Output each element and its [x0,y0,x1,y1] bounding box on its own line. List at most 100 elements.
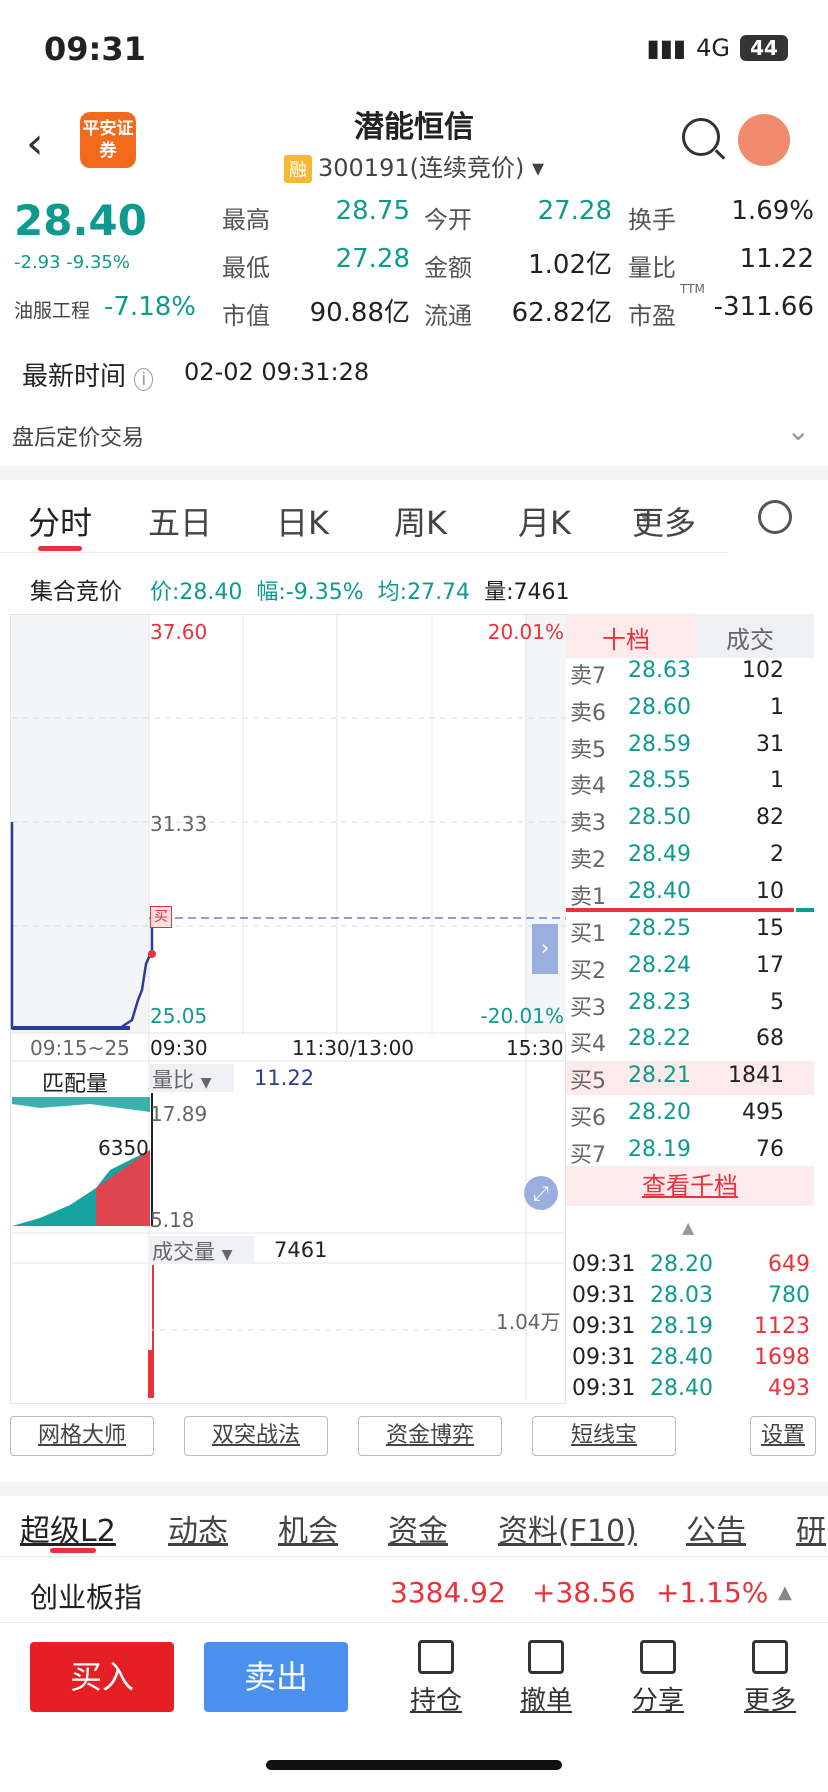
tab-5[interactable]: 更多 [632,498,696,544]
ask-price[interactable]: 28.55 [628,768,691,793]
divider [0,1556,828,1557]
trade-price: 28.03 [650,1283,713,1308]
quote-value: 62.82亿 [511,298,612,328]
chevron-right-icon[interactable]: › [532,924,558,974]
quote-value: -311.66 [713,292,814,322]
match-value: 6350 [98,1136,149,1160]
volume-dropdown[interactable]: 成交量 ▼ [150,1236,254,1264]
index-value: 3384.92 [390,1576,506,1609]
tool-button-4[interactable]: 设置 [750,1416,816,1456]
trade-time: 09:31 [572,1376,636,1401]
tab-2[interactable]: 日K [276,498,329,544]
action-label: 分享 [631,1686,684,1716]
bid-price[interactable]: 28.21 [628,1063,691,1088]
ask-price[interactable]: 28.49 [628,842,691,867]
bottom-tab-0[interactable]: 超级L2 [20,1506,116,1550]
x-label: 09:30 [150,1036,208,1060]
quote-label: 市值 [222,302,270,330]
index-pct: +1.15% [656,1576,769,1609]
bid-volume: 5 [770,989,784,1015]
quote-value: 1.02亿 [528,250,612,280]
ask-price[interactable]: 28.63 [628,658,691,683]
bottom-tab-6[interactable]: 研 [796,1506,826,1550]
bid-price[interactable]: 28.23 [628,990,691,1015]
bottom-tab-1[interactable]: 动态 [168,1506,228,1550]
bottom-tab-3[interactable]: 资金 [388,1506,448,1550]
ask-volume: 82 [756,805,784,831]
ask-volume: 1 [770,768,784,794]
action-label: 更多 [743,1686,796,1716]
bottom-tab-2[interactable]: 机会 [278,1506,338,1550]
buy-marker[interactable]: 买 [150,906,172,928]
bid-price[interactable]: 28.25 [628,916,691,941]
quote-value: 28.75 [335,196,410,226]
price-line [10,822,154,1030]
trade-price: 28.20 [650,1252,713,1277]
bottom-tab-4[interactable]: 资料(F10) [498,1506,637,1550]
tab-ten-level-label: 十档 [602,626,650,654]
ask-volume: 102 [742,658,784,683]
chart-top-price: 37.60 [150,620,208,644]
price-dot [148,950,156,958]
tool-button-3[interactable]: 短线宝 [532,1416,676,1456]
ask-label: 卖2 [570,848,606,873]
index-name[interactable]: 创业板指 [30,1576,142,1616]
trade-price: 28.19 [650,1314,713,1339]
trade-volume: 780 [768,1283,810,1308]
tab-4[interactable]: 月K [518,498,571,544]
tool-button-0[interactable]: 网格大师 [10,1416,154,1456]
triangle-up-icon[interactable]: ▲ [682,1218,694,1237]
ask-price[interactable]: 28.40 [628,879,691,904]
quote-label: 今开 [424,206,472,234]
bid-label: 买7 [570,1142,606,1168]
ratio-dropdown[interactable]: 量比 ▼ [150,1064,234,1092]
bottom-tab-5[interactable]: 公告 [686,1506,746,1550]
ask-price[interactable]: 28.59 [628,732,691,757]
volume-max: 1.04万 [496,1310,561,1334]
trade-price: 28.40 [650,1345,713,1370]
pe-superscript: TTM [680,282,705,296]
expand-icon[interactable]: ⤢ [524,1176,558,1210]
ask-price[interactable]: 28.60 [628,695,691,720]
trade-time: 09:31 [572,1252,636,1277]
action-0[interactable]: 持仓 [396,1640,476,1717]
home-indicator[interactable] [266,1760,562,1770]
ask-label: 卖7 [570,664,606,689]
triangle-up-icon[interactable]: ▲ [778,1582,792,1603]
trade-volume: 1698 [754,1345,810,1370]
action-1[interactable]: 撤单 [506,1640,586,1717]
bid-price[interactable]: 28.20 [628,1100,691,1125]
trade-time: 09:31 [572,1345,636,1370]
tab-0[interactable]: 分时 [28,498,92,544]
bid-price[interactable]: 28.22 [628,1026,691,1051]
tool-button-1[interactable]: 双突战法 [184,1416,328,1456]
tab-1[interactable]: 五日 [148,498,212,544]
sell-button[interactable]: 卖出 [204,1642,348,1712]
x-label: 15:30 [506,1036,564,1060]
position-icon [418,1640,454,1674]
action-3[interactable]: 更多 [730,1640,810,1717]
more-icon [752,1640,788,1674]
bid-price[interactable]: 28.24 [628,953,691,978]
quote-label: 流通 [424,302,472,330]
bid-volume: 76 [756,1136,784,1162]
bid-price[interactable]: 28.19 [628,1137,691,1162]
quote-value: 27.28 [537,196,612,226]
ask-price[interactable]: 28.50 [628,805,691,830]
quote-label: 换手 [628,206,676,234]
volume-value: 7461 [274,1238,328,1262]
view-thousand-level-button[interactable]: 查看千档 [566,1166,814,1206]
action-2[interactable]: 分享 [618,1640,698,1717]
quote-value: 1.69% [731,196,814,226]
bid-label: 买5 [570,1069,606,1095]
ask-volume: 2 [770,842,784,867]
ask-label: 卖6 [570,700,606,726]
tool-button-2[interactable]: 资金博弈 [358,1416,502,1456]
action-label: 持仓 [409,1686,462,1716]
action-label: 撤单 [519,1686,572,1716]
divider [0,1622,828,1623]
bid-volume: 17 [756,952,784,978]
bid-label: 买2 [570,958,606,984]
buy-button[interactable]: 买入 [30,1642,174,1712]
tab-3[interactable]: 周K [394,498,447,544]
